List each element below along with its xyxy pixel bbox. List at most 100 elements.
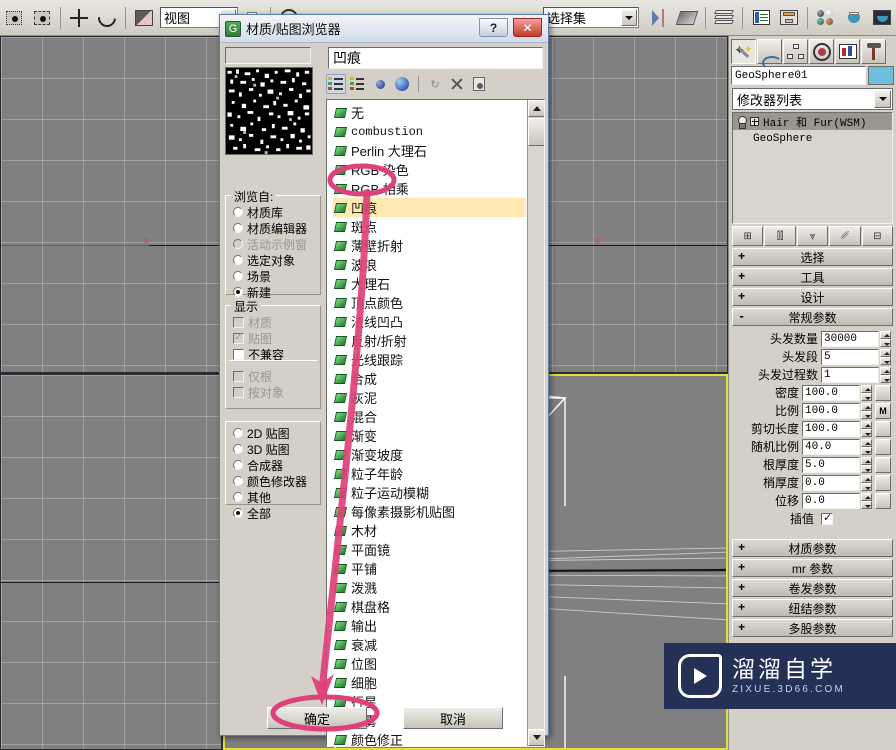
param-value-0[interactable]: 30000 xyxy=(821,330,879,347)
map-list-item[interactable]: 平铺 xyxy=(333,559,526,578)
map-list-item[interactable]: 反射/折射 xyxy=(333,331,526,350)
cancel-button[interactable]: 取消 xyxy=(403,707,503,729)
map-list-item[interactable]: 无 xyxy=(333,103,526,122)
small-sphere-icon[interactable] xyxy=(370,74,390,94)
map-list-item[interactable]: 输出 xyxy=(333,616,526,635)
modifier-stack-item-geosphere[interactable]: GeoSphere xyxy=(733,130,892,147)
map-button-8[interactable]: M xyxy=(875,474,891,491)
param-value-7[interactable]: 5.0 xyxy=(802,456,860,473)
update-scene-materials-icon[interactable]: ↻ xyxy=(425,74,445,94)
browse-option-scene[interactable]: 场景 xyxy=(226,268,320,284)
param-row-scale[interactable]: 比例 100.0 M xyxy=(734,402,891,419)
show-end-result-button[interactable]: ⫿⫿ xyxy=(764,226,796,246)
name-filter-input[interactable] xyxy=(225,47,311,64)
large-sphere-icon[interactable] xyxy=(392,74,412,94)
map-button-7[interactable]: M xyxy=(875,456,891,473)
dialog-toolbar[interactable]: ↻ xyxy=(326,73,545,95)
layers-icon[interactable] xyxy=(711,5,737,31)
param-value-5[interactable]: 100.0 xyxy=(802,420,860,437)
filter-other[interactable]: 其他 xyxy=(226,489,320,505)
remove-modifier-button[interactable]: ␥ xyxy=(829,226,861,246)
map-list-item[interactable]: 每像素摄影机贴图 xyxy=(333,502,526,521)
close-icon[interactable]: ✕ xyxy=(513,18,542,37)
create-tab[interactable]: ✦ xyxy=(731,39,756,64)
map-list-item[interactable]: 泼溅 xyxy=(333,578,526,597)
chevron-down-icon-2[interactable] xyxy=(621,9,637,26)
filter-radio-3[interactable] xyxy=(233,476,243,486)
filter-radio-5[interactable] xyxy=(233,508,243,518)
interpolate-row[interactable]: 插值 xyxy=(734,510,891,527)
rollout-kink-parameters[interactable]: + 纽结参数 xyxy=(732,599,893,617)
rollout-multi-strand-parameters[interactable]: + 多股参数 xyxy=(732,619,893,637)
param-row-hair-segments[interactable]: 头发段 5 xyxy=(734,348,891,365)
chevron-down-icon-3[interactable] xyxy=(874,90,891,108)
map-list-scrollbar[interactable] xyxy=(527,100,544,746)
rollout-tools[interactable]: + 工具 xyxy=(732,268,893,286)
param-row-hair-count[interactable]: 头发数量 30000 xyxy=(734,330,891,347)
viewport-top-left[interactable]: x xyxy=(0,36,222,373)
modifier-stack[interactable]: Hair 和 Fur(WSM) GeoSphere xyxy=(732,112,893,224)
viewport-bottom-left[interactable] xyxy=(0,374,222,750)
checkbox-2[interactable] xyxy=(233,348,244,360)
map-list-item[interactable]: 渐变坡度 xyxy=(333,445,526,464)
map-list-item[interactable]: 渐变 xyxy=(333,426,526,445)
dialog-buttons[interactable]: 确定 取消 xyxy=(220,707,550,731)
filter-compositors[interactable]: 合成器 xyxy=(226,457,320,473)
object-color-swatch[interactable] xyxy=(868,66,894,85)
object-name-input[interactable]: GeoSphere01 xyxy=(731,66,866,85)
map-list-item[interactable]: 细胞 xyxy=(333,673,526,692)
select-object-icon[interactable] xyxy=(29,5,55,31)
ok-button[interactable]: 确定 xyxy=(267,707,367,729)
param-value-4[interactable]: 100.0 xyxy=(802,402,860,419)
align-icon[interactable] xyxy=(674,5,700,31)
browse-option-selected[interactable]: 选定对象 xyxy=(226,252,320,268)
browse-option-material-editor[interactable]: 材质编辑器 xyxy=(226,220,320,236)
filter-all[interactable]: 全部 xyxy=(226,505,320,521)
param-row-rand-scale[interactable]: 随机比例 40.0 M xyxy=(734,438,891,455)
filter-radio-1[interactable] xyxy=(233,444,243,454)
filter-color-mods[interactable]: 颜色修改器 xyxy=(226,473,320,489)
spinner-5[interactable] xyxy=(861,420,872,437)
rotate-icon[interactable] xyxy=(94,4,120,31)
filter-radio-2[interactable] xyxy=(233,460,243,470)
select-region-icon[interactable] xyxy=(1,5,27,31)
spinner-3[interactable] xyxy=(861,384,872,401)
browse-option-material-library[interactable]: 材质库 xyxy=(226,204,320,220)
clear-material-library-icon[interactable] xyxy=(469,74,489,94)
map-list-item[interactable]: 灰泥 xyxy=(333,388,526,407)
spinner-1[interactable] xyxy=(880,348,891,365)
radio-0[interactable] xyxy=(233,207,243,217)
map-list-item[interactable]: 顶点颜色 xyxy=(333,293,526,312)
map-list-item[interactable]: 凹痕 xyxy=(333,198,526,217)
rollout-general-parameters[interactable]: - 常规参数 xyxy=(732,308,893,326)
map-list-item[interactable]: 木材 xyxy=(333,521,526,540)
map-list-item[interactable]: 混合 xyxy=(333,407,526,426)
hierarchy-tab[interactable] xyxy=(783,39,808,64)
param-row-root-thick[interactable]: 根厚度 5.0 M xyxy=(734,456,891,473)
map-button-5[interactable]: M xyxy=(875,420,891,437)
map-list-item[interactable]: RGB 染色 xyxy=(333,160,526,179)
radio-3[interactable] xyxy=(233,255,243,265)
expand-plus-icon[interactable] xyxy=(750,117,759,126)
filter-3d-maps[interactable]: 3D 贴图 xyxy=(226,441,320,457)
map-list-item[interactable]: 薄壁折射 xyxy=(333,236,526,255)
render-setup-icon[interactable] xyxy=(841,5,867,31)
material-editor-icon[interactable] xyxy=(813,5,839,31)
make-unique-button[interactable]: ⩔ xyxy=(796,226,829,246)
radio-5[interactable] xyxy=(233,287,243,297)
render-production-icon[interactable] xyxy=(869,5,895,31)
radio-4[interactable] xyxy=(233,271,243,281)
move-icon[interactable] xyxy=(66,5,92,31)
map-list-item[interactable]: 合成 xyxy=(333,369,526,388)
filter-2d-maps[interactable]: 2D 贴图 xyxy=(226,425,320,441)
map-preview-thumbnail[interactable] xyxy=(225,67,313,155)
map-list[interactable]: 无 combustion Perlin 大理石 RGB 染色 RGB 相乘 凹痕 斑点 薄壁折… xyxy=(326,99,545,747)
object-name-row[interactable]: GeoSphere01 xyxy=(729,64,896,85)
map-list-item[interactable]: 波浪 xyxy=(333,255,526,274)
spinner-0[interactable] xyxy=(880,330,891,347)
map-list-item[interactable]: 粒子运动模糊 xyxy=(333,483,526,502)
rollout-frizz-parameters[interactable]: + 卷发参数 xyxy=(732,579,893,597)
modify-tab[interactable] xyxy=(757,39,782,70)
map-button-3[interactable]: M xyxy=(875,384,891,401)
selection-filter-combo[interactable]: 选择集 xyxy=(543,7,639,28)
